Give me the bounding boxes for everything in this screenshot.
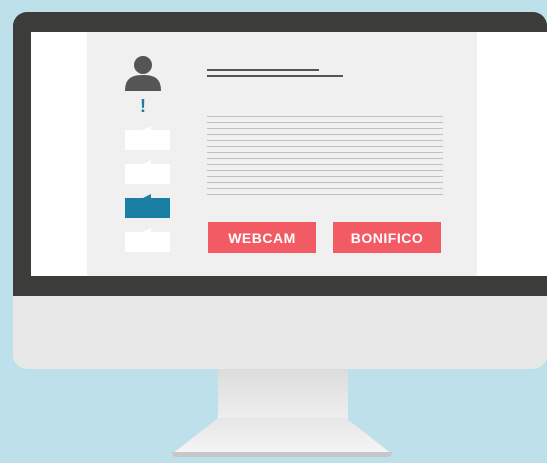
monitor: ! WEBCAM BONIFICO: [13, 12, 547, 369]
text-placeholder-line: [207, 170, 443, 171]
text-placeholder-line: [207, 116, 443, 117]
step-notch: [141, 126, 151, 131]
step-item[interactable]: [125, 126, 170, 150]
monitor-chin: [13, 296, 547, 369]
text-placeholder-line: [207, 134, 443, 135]
text-placeholder-line: [207, 194, 443, 195]
user-avatar-icon: [125, 56, 161, 91]
text-placeholder-line: [207, 140, 443, 141]
step-notch: [141, 228, 151, 233]
text-placeholder-line: [207, 188, 443, 189]
monitor-bezel: ! WEBCAM BONIFICO: [13, 12, 547, 296]
monitor-stand-shadow: [172, 452, 392, 457]
step-item-active[interactable]: [125, 194, 170, 218]
text-placeholder-line: [207, 152, 443, 153]
content-panel: ! WEBCAM BONIFICO: [87, 32, 477, 276]
title-placeholder: [207, 69, 319, 71]
text-placeholder-line: [207, 176, 443, 177]
step-notch: [141, 160, 151, 165]
step-item[interactable]: [125, 228, 170, 252]
step-notch: [141, 194, 151, 199]
text-placeholder-line: [207, 146, 443, 147]
text-placeholder-line: [207, 164, 443, 165]
exclamation-icon: !: [140, 96, 146, 116]
screen: ! WEBCAM BONIFICO: [31, 32, 547, 276]
text-placeholder-line: [207, 122, 443, 123]
monitor-stand-neck: [218, 369, 348, 419]
bonifico-button[interactable]: BONIFICO: [333, 222, 441, 253]
monitor-stand-base: [172, 418, 392, 454]
subtitle-placeholder: [207, 75, 343, 77]
text-placeholder-line: [207, 182, 443, 183]
text-placeholder-line: [207, 158, 443, 159]
webcam-button[interactable]: WEBCAM: [208, 222, 316, 253]
step-item[interactable]: [125, 160, 170, 184]
text-placeholder-line: [207, 128, 443, 129]
